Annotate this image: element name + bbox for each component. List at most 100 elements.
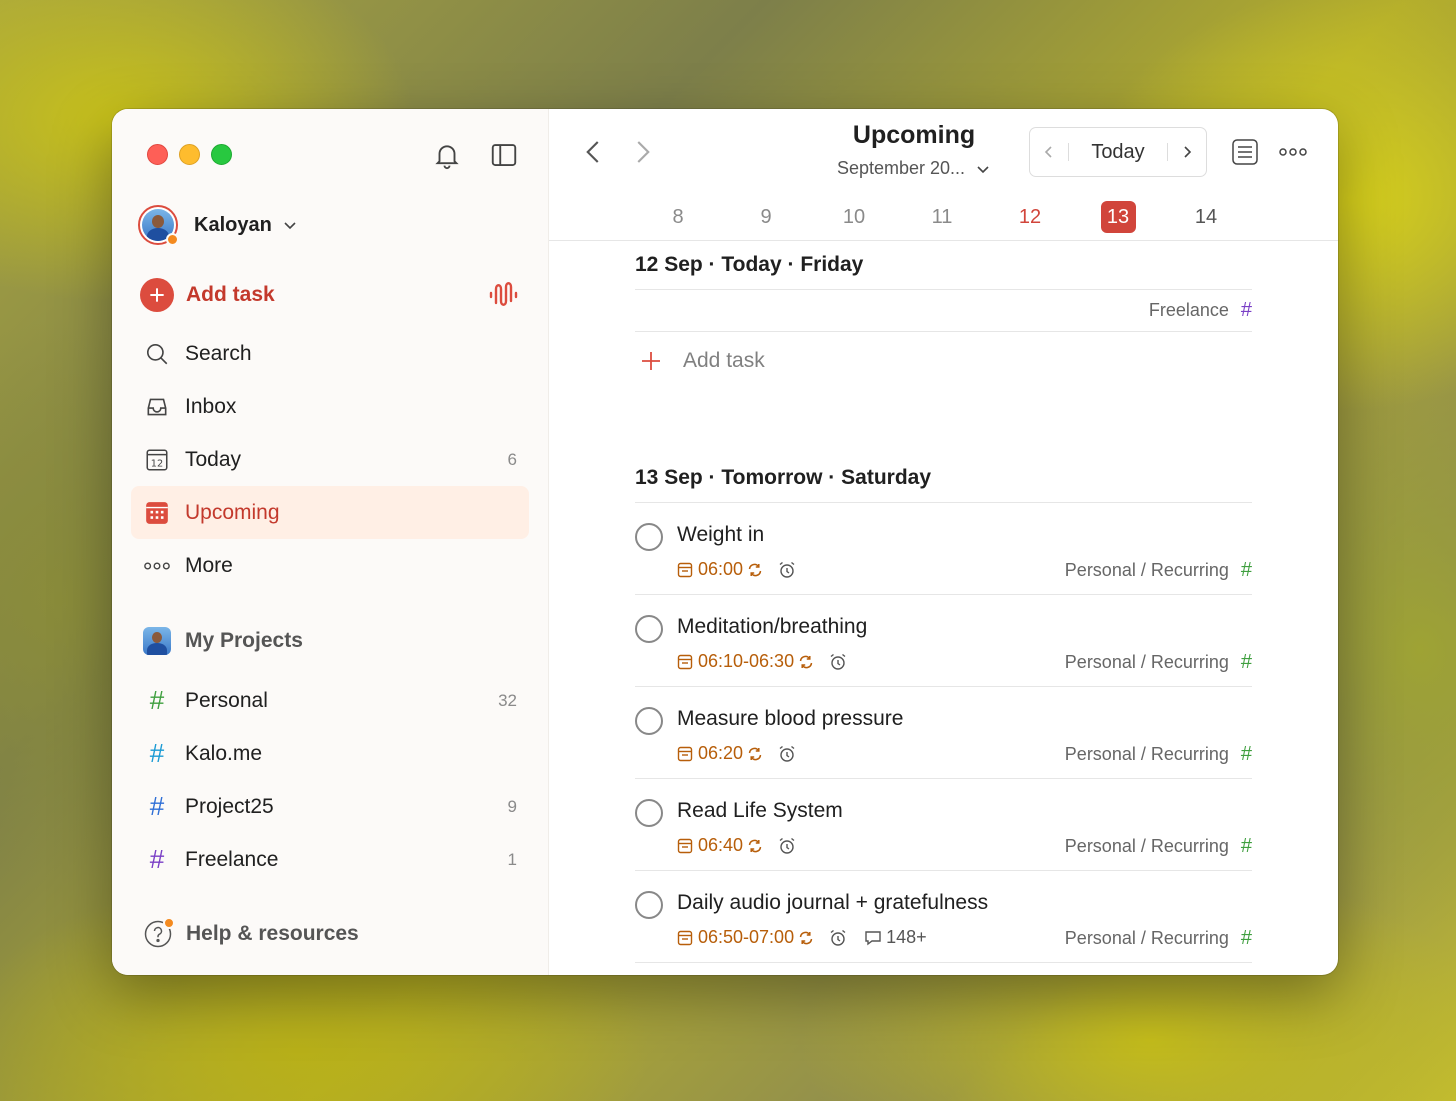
task-row[interactable]: Read Life System 06:40 Personal / Recurr… [635, 779, 1252, 871]
search-icon [143, 340, 171, 368]
day-12-today[interactable]: 12 [986, 201, 1074, 233]
help-label: Help & resources [186, 922, 359, 945]
project-label: Personal / Recurring [1064, 560, 1229, 580]
chevron-right-icon [1184, 146, 1192, 158]
task-checkbox[interactable] [635, 799, 663, 827]
sidebar-item-today[interactable]: 12 Today 6 [131, 433, 529, 486]
back-arrow-icon[interactable] [579, 137, 609, 167]
minimize-window-button[interactable] [179, 144, 200, 165]
project-item-kalo-me[interactable]: # Kalo.me [131, 727, 529, 780]
help-question-icon [143, 917, 175, 949]
my-projects-header[interactable]: My Projects [143, 627, 303, 655]
calendar-icon [677, 562, 693, 577]
add-task-label: Add task [683, 349, 765, 372]
alarm-clock-icon [830, 929, 846, 946]
comment-count[interactable]: 148+ [864, 927, 927, 948]
forward-arrow-icon[interactable] [627, 137, 657, 167]
project-label: Personal / Recurring [1064, 652, 1229, 672]
month-picker[interactable]: September 20... [819, 158, 1009, 179]
project-label: Freelance [1148, 300, 1229, 320]
task-title: Daily audio journal + gratefulness [677, 891, 989, 914]
task-title: Measure blood pressure [677, 707, 904, 730]
comment-icon [865, 930, 881, 945]
project-item-freelance[interactable]: # Freelance 1 [131, 833, 529, 886]
user-name: Kaloyan [194, 213, 272, 236]
task-title: Meditation/breathing [677, 615, 868, 638]
task-row[interactable]: Weight in 06:00 Personal / Recurring # [635, 503, 1252, 595]
add-task-button[interactable]: Add task [140, 277, 520, 313]
avatar [138, 205, 179, 246]
alarm-clock-icon [779, 745, 795, 762]
task-project: Personal / Recurring # [1065, 743, 1252, 766]
hash-icon: # [1240, 651, 1252, 673]
user-menu[interactable]: Kaloyan [138, 205, 298, 246]
window-controls [147, 144, 232, 165]
toggle-sidebar-icon[interactable] [489, 140, 519, 170]
hash-icon: # [149, 685, 165, 715]
task-meta: 06:50-07:00 148+ [677, 927, 927, 948]
alarm-clock-icon [779, 837, 795, 854]
month-label: September 20... [836, 158, 966, 178]
view-options-icon[interactable] [1229, 136, 1261, 168]
more-options-icon[interactable] [1277, 136, 1309, 168]
task-checkbox[interactable] [635, 523, 663, 551]
avatar [143, 627, 171, 655]
sidebar-item-search[interactable]: Search [131, 327, 529, 380]
sidebar: Kaloyan Add task Search Inbox 12 Today 6… [112, 109, 549, 975]
hash-icon: # [1240, 927, 1252, 949]
bell-icon[interactable] [432, 140, 462, 170]
task-checkbox[interactable] [635, 891, 663, 919]
project-label: Kalo.me [185, 741, 263, 765]
recurring-icon [799, 655, 813, 668]
project-count: 32 [498, 690, 517, 710]
today-button[interactable]: Today [1069, 141, 1167, 164]
calendar-icon [677, 838, 693, 853]
day-9[interactable]: 9 [722, 201, 810, 233]
sidebar-item-label: Inbox [185, 394, 237, 418]
chevron-down-icon [977, 165, 989, 173]
sidebar-item-upcoming[interactable]: Upcoming [131, 486, 529, 539]
task-time: 06:50-07:00 [698, 927, 795, 947]
task-project: Personal / Recurring # [1065, 835, 1252, 858]
project-label: Personal / Recurring [1064, 928, 1229, 948]
more-dots-icon [143, 552, 171, 580]
recurring-icon [748, 839, 762, 852]
task-time: 06:20 [698, 743, 744, 763]
help-resources-button[interactable]: Help & resources [143, 917, 359, 949]
task-checkbox[interactable] [635, 615, 663, 643]
hash-icon: # [149, 844, 165, 874]
add-task-inline-button[interactable]: Add task [635, 332, 1252, 390]
project-label: Personal / Recurring [1064, 744, 1229, 764]
day-11[interactable]: 11 [898, 201, 986, 233]
sidebar-item-label: More [185, 553, 233, 577]
task-row[interactable]: Daily audio journal + gratefulness 06:50… [635, 871, 1252, 963]
project-label: Personal [185, 688, 268, 712]
close-window-button[interactable] [147, 144, 168, 165]
task-title: Read Life System [677, 799, 843, 822]
day-10[interactable]: 10 [810, 201, 898, 233]
project-item-personal[interactable]: # Personal 32 [131, 674, 529, 727]
sidebar-item-inbox[interactable]: Inbox [131, 380, 529, 433]
task-row[interactable]: Measure blood pressure 06:20 Personal / … [635, 687, 1252, 779]
day-8[interactable]: 8 [634, 201, 722, 233]
task-meta: 06:10-06:30 [677, 651, 848, 672]
project-count: 9 [507, 796, 517, 816]
project-item-project25[interactable]: # Project25 9 [131, 780, 529, 833]
day-13-selected[interactable]: 13 [1074, 201, 1162, 233]
zoom-window-button[interactable] [211, 144, 232, 165]
alarm-clock-icon [779, 561, 795, 578]
previous-week-button[interactable] [1030, 128, 1068, 176]
sidebar-item-label: Upcoming [185, 500, 280, 524]
next-week-button[interactable] [1168, 128, 1206, 176]
day-14[interactable]: 14 [1162, 201, 1250, 233]
hash-icon: # [1240, 299, 1252, 321]
ramble-waveform-icon[interactable] [488, 279, 520, 311]
task-checkbox[interactable] [635, 707, 663, 735]
project-label: Personal / Recurring [1064, 836, 1229, 856]
today-count: 6 [507, 449, 517, 469]
task-row[interactable]: Meditation/breathing 06:10-06:30 Persona… [635, 595, 1252, 687]
plus-icon [140, 278, 174, 312]
sidebar-item-more[interactable]: More [131, 539, 529, 592]
calendar-day-number: 12 [151, 458, 163, 469]
hash-icon: # [1240, 559, 1252, 581]
